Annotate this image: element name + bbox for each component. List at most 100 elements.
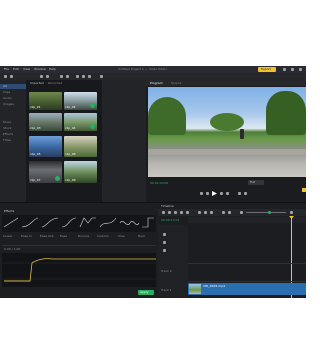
folder-item[interactable]: Clips xyxy=(3,90,10,94)
view-mode-select[interactable]: Full xyxy=(248,180,264,185)
skater-figure xyxy=(240,129,244,139)
lock-icon[interactable] xyxy=(163,241,166,244)
tree-center xyxy=(210,113,244,131)
redo-icon[interactable] xyxy=(66,75,69,78)
track-label: Track 1 xyxy=(161,288,172,292)
minimize-icon[interactable] xyxy=(283,68,286,71)
menu-edit[interactable]: Edit xyxy=(13,67,19,71)
video-frame[interactable] xyxy=(148,87,306,177)
skatepark-ledge xyxy=(148,149,306,155)
folder-item[interactable]: Effects xyxy=(3,132,13,136)
preview-timecode: 00:00:00:00 xyxy=(150,181,169,185)
slip-tool-icon[interactable] xyxy=(180,211,183,214)
play-icon[interactable] xyxy=(212,191,217,196)
zoom-slider[interactable] xyxy=(246,212,286,213)
keyframe-icon[interactable] xyxy=(222,211,225,214)
divider xyxy=(2,245,156,246)
fullscreen-icon[interactable] xyxy=(244,192,247,195)
eye-icon[interactable] xyxy=(163,249,166,252)
undo-icon[interactable] xyxy=(60,75,63,78)
menu-help[interactable]: Help xyxy=(49,67,56,71)
media-thumbnail[interactable]: clip_05 xyxy=(29,136,62,157)
preset-label[interactable]: Sine xyxy=(118,234,125,238)
title-bar: File Edit View Window Help Untitled Proj… xyxy=(0,66,306,73)
tab-recorded[interactable]: Recorded xyxy=(48,81,62,85)
view-mode-label: Full xyxy=(250,180,256,184)
folder-item[interactable]: Music xyxy=(3,120,12,124)
media-thumbnail[interactable]: clip_07 xyxy=(29,161,62,183)
media-thumbnail[interactable]: clip_08 xyxy=(64,161,97,183)
timeline-clip[interactable]: VID_0001.mp4 xyxy=(188,283,306,295)
folder-item[interactable]: Titles xyxy=(3,138,11,142)
menu-file[interactable]: File xyxy=(4,67,9,71)
preset-label[interactable]: Ease In xyxy=(21,234,32,238)
tab-imported[interactable]: Imported xyxy=(30,81,44,85)
export-badge[interactable]: Export xyxy=(258,67,276,72)
skip-back-icon[interactable] xyxy=(200,192,203,195)
thumbnail-label: clip_02 xyxy=(65,105,76,109)
grid-icon[interactable] xyxy=(40,75,43,78)
paste-icon[interactable] xyxy=(88,75,91,78)
preset-label[interactable]: Ease Out xyxy=(40,234,54,238)
preset-label[interactable]: Ease xyxy=(60,234,67,238)
volume-icon[interactable] xyxy=(238,192,241,195)
tree-right xyxy=(266,91,306,135)
track-divider xyxy=(188,281,306,282)
media-thumbnail[interactable]: clip_03 xyxy=(29,113,62,131)
effects-panel: Effects Linear Ease In Ease Out Ease Bou… xyxy=(0,203,158,298)
close-icon[interactable] xyxy=(299,68,302,71)
thumbnail-label: clip_03 xyxy=(30,126,41,130)
select-tool-icon[interactable] xyxy=(162,211,165,214)
folder-item[interactable]: Audio xyxy=(3,96,12,100)
step-forward-icon[interactable] xyxy=(220,192,223,195)
media-thumbnail[interactable]: clip_01 xyxy=(29,92,62,110)
media-thumbnail[interactable]: clip_06 xyxy=(64,136,97,157)
thumbnail-label: clip_08 xyxy=(65,178,76,182)
zoom-in-icon[interactable] xyxy=(290,211,293,214)
window-title: Untitled Project 1 — Video Editor xyxy=(118,67,168,71)
media-thumbnail[interactable]: clip_02 xyxy=(64,92,97,110)
thumbnail-label: clip_01 xyxy=(30,105,41,109)
zoom-out-icon[interactable] xyxy=(240,211,243,214)
link-icon[interactable] xyxy=(204,211,207,214)
snap-icon[interactable] xyxy=(198,211,201,214)
slide-tool-icon[interactable] xyxy=(186,211,189,214)
ripple-tool-icon[interactable] xyxy=(174,211,177,214)
cut-icon[interactable] xyxy=(76,75,79,78)
easing-curve-line xyxy=(2,258,156,282)
step-back-icon[interactable] xyxy=(206,192,209,195)
preset-label[interactable]: Custom xyxy=(97,234,109,238)
preset-label[interactable]: Bounce xyxy=(78,234,89,238)
record-icon[interactable] xyxy=(10,75,13,78)
copy-icon[interactable] xyxy=(82,75,85,78)
list-icon[interactable] xyxy=(46,75,49,78)
settings-icon[interactable] xyxy=(100,75,103,78)
marker-icon[interactable] xyxy=(210,211,213,214)
menu-view[interactable]: View xyxy=(23,67,30,71)
easing-graph[interactable] xyxy=(2,253,156,287)
preset-label[interactable]: Back xyxy=(138,234,145,238)
zoom-slider-handle[interactable] xyxy=(268,211,271,214)
tab-source[interactable]: Source xyxy=(171,81,181,85)
time-ruler[interactable] xyxy=(188,217,306,223)
razor-tool-icon[interactable] xyxy=(168,211,171,214)
tab-program[interactable]: Program xyxy=(150,81,163,85)
media-thumbnail[interactable]: clip_04 xyxy=(64,113,97,131)
folder-item[interactable]: Images xyxy=(3,102,14,106)
preview-panel: Program Source 00:00:00:00 Full xyxy=(146,80,306,208)
add-track-icon[interactable] xyxy=(163,233,166,236)
folder-item[interactable]: All xyxy=(3,84,7,88)
marker-indicator xyxy=(302,188,306,192)
skip-forward-icon[interactable] xyxy=(226,192,229,195)
clip-thumbnail xyxy=(189,284,201,294)
import-icon[interactable] xyxy=(4,75,7,78)
menu-window[interactable]: Window xyxy=(34,67,46,71)
timeline-timecode: 00:00:13:04 xyxy=(161,218,180,222)
apply-button[interactable]: Apply xyxy=(138,290,154,295)
track-divider xyxy=(188,263,306,264)
preset-label[interactable]: Linear xyxy=(3,234,12,238)
audio-icon[interactable] xyxy=(228,211,231,214)
maximize-icon[interactable] xyxy=(291,68,294,71)
easing-curves-icon xyxy=(3,217,154,228)
folder-item[interactable]: Stock xyxy=(3,126,11,130)
